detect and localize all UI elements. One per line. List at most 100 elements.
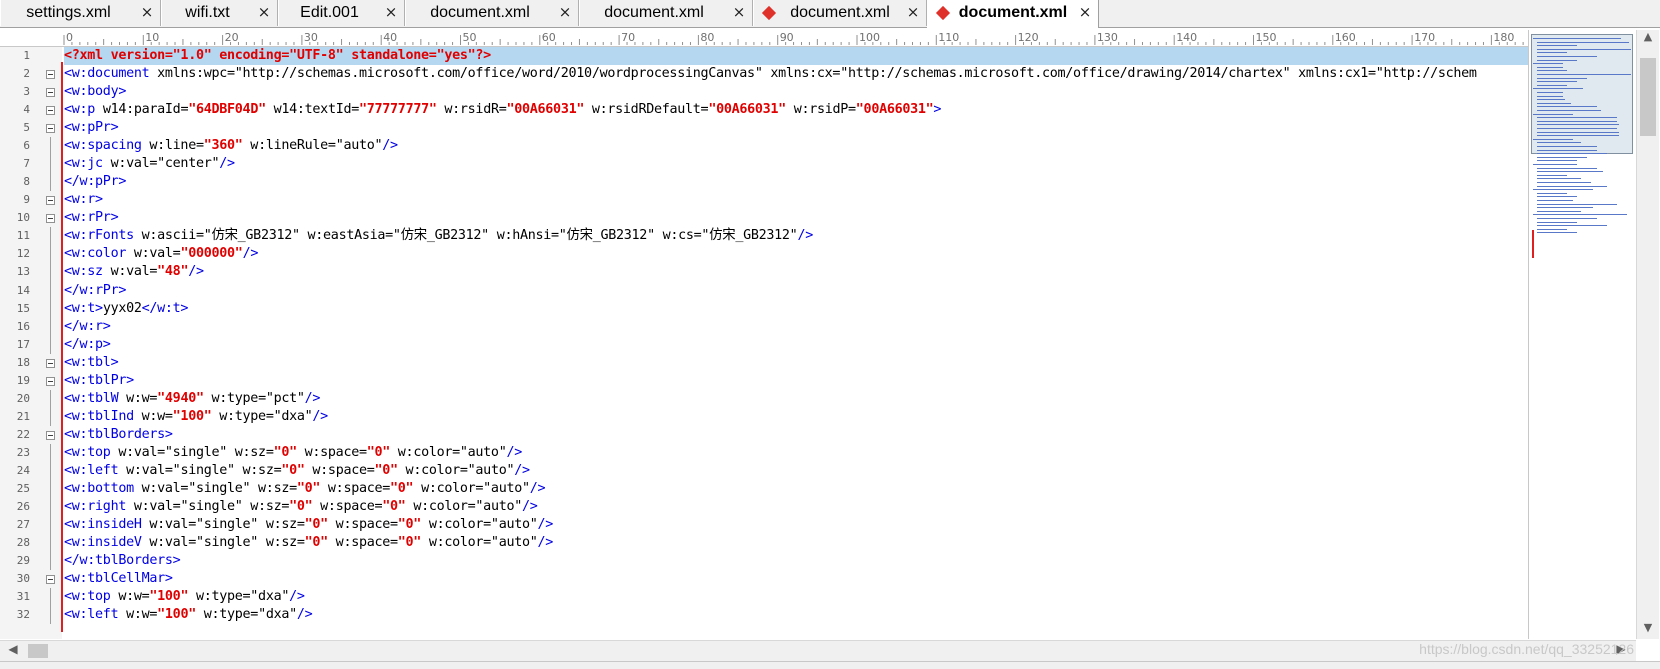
code-line[interactable]: </w:r> [64,318,111,336]
fold-guide [50,516,51,535]
scroll-down-icon[interactable]: ▼ [1637,621,1659,639]
code-line[interactable]: <w:tblW w:w="4940" w:type="pct"/> [64,390,320,408]
code-token: /> [529,480,546,496]
code-line[interactable]: <w:bottom w:val="single" w:sz="0" w:spac… [64,480,546,498]
scroll-up-icon[interactable]: ▲ [1637,30,1659,48]
close-icon[interactable]: × [1078,4,1092,20]
column-ruler: 0 10 20 30 40 50 60 70 80 90 100 110 120 130 140 150 160… [0,30,1528,47]
fold-minus-icon[interactable] [46,214,55,224]
horizontal-scroll-thumb[interactable] [28,644,48,658]
tab-5[interactable]: document.xml × [579,0,753,26]
code-line[interactable]: <w:t>yyx02</w:t> [64,300,189,318]
code-line[interactable]: <w:top w:val="single" w:sz="0" w:space="… [64,444,522,462]
code-line[interactable]: <w:tblPr> [64,372,134,390]
code-token: w:w= [110,589,150,605]
minimap-line [1537,171,1603,173]
code-token: "100" [157,607,196,623]
fold-guide [50,335,51,354]
close-icon[interactable]: × [732,4,746,20]
scroll-left-icon[interactable]: ◀ [4,642,22,660]
code-token: w:w= [133,408,173,424]
close-icon[interactable]: × [257,4,271,20]
code-line[interactable]: <w:left w:val="single" w:sz="0" w:space=… [64,462,530,480]
fold-minus-icon[interactable] [46,88,55,98]
code-token: /> [304,390,321,406]
vertical-scrollbar[interactable]: ▲ ▼ [1636,30,1659,639]
code-token: > [933,102,942,118]
code-token: w:rsidR= [436,102,507,118]
fold-guide [50,479,51,498]
code-line[interactable]: <w:jc w:val="center"/> [64,155,235,173]
fold-minus-icon[interactable] [46,196,55,206]
code-line[interactable]: <w:tblInd w:w="100" w:type="dxa"/> [64,408,328,426]
code-line[interactable]: <w:p w14:paraId="64DBF04D" w14:textId="7… [64,101,941,119]
tab-label: Edit.001 [300,4,359,21]
fold-minus-icon[interactable] [46,376,55,386]
close-icon[interactable]: × [558,4,572,20]
code-line[interactable]: <w:body> [64,83,126,101]
fold-minus-icon[interactable] [46,124,55,134]
document-minimap[interactable] [1528,30,1637,639]
code-line[interactable]: <w:left w:w="100" w:type="dxa"/> [64,606,313,624]
code-line[interactable]: </w:pPr> [64,173,126,191]
ruler-label: 70 [621,31,635,44]
code-token: w:color="auto" [405,499,522,514]
code-token: "4940" [157,390,204,406]
vertical-scroll-thumb[interactable] [1640,58,1656,136]
code-line[interactable]: </w:rPr> [64,282,126,300]
code-line[interactable]: <w:insideV w:val="single" w:sz="0" w:spa… [64,534,553,552]
line-number: 16 [16,319,30,333]
code-token: "77777777" [359,102,437,118]
tab-6[interactable]: document.xml × [753,0,927,26]
code-token: "00A66031" [855,102,934,118]
code-line[interactable]: <w:sz w:val="48"/> [64,263,204,281]
fold-guide [50,299,51,318]
horizontal-scrollbar[interactable]: ◀ ▶ [0,640,1636,661]
code-line[interactable]: <w:right w:val="single" w:sz="0" w:space… [64,498,538,516]
code-token: "0" [281,462,305,478]
code-editor[interactable]: <?xml version="1.0" encoding="UTF-8" sta… [64,47,1528,639]
tab-1[interactable]: settings.xml × [0,0,161,26]
tab-label: document.xml [790,4,890,21]
code-line[interactable]: <w:tblBorders> [64,426,173,444]
line-number: 26 [16,500,30,513]
code-token: w:val="single" w:sz= [126,499,290,514]
code-line[interactable]: <w:top w:w="100" w:type="dxa"/> [64,588,305,606]
minimap-line [1537,128,1617,129]
fold-minus-icon[interactable] [46,575,55,585]
tab-3[interactable]: Edit.001 × [278,0,405,26]
tab-7[interactable]: document.xml × [927,0,1099,28]
close-icon[interactable]: × [140,4,154,20]
fold-guide [50,443,51,462]
code-token: <w:insideV [64,535,142,551]
ruler-label: 120 [1018,31,1039,44]
tab-4[interactable]: document.xml × [405,0,579,26]
code-line[interactable]: </w:tblBorders> [64,552,181,570]
code-line[interactable]: <w:spacing w:line="360" w:lineRule="auto… [64,137,398,155]
minimap-line [1537,99,1565,101]
code-token: w:type="pct" [203,390,305,406]
ruler-label: 10 [145,31,159,44]
code-line[interactable]: <w:color w:val="000000"/> [64,245,258,263]
close-icon[interactable]: × [384,4,398,20]
code-line[interactable]: <w:rPr> [64,209,119,227]
close-icon[interactable]: × [906,4,920,20]
fold-minus-icon[interactable] [46,358,55,368]
fold-minus-icon[interactable] [46,430,55,440]
minimap-line [1537,178,1581,180]
code-line[interactable]: <w:tbl> [64,354,119,372]
minimap-line [1537,95,1563,97]
code-line[interactable]: <w:document xmlns:wpc="http://schemas.mi… [64,65,1477,83]
line-number: 29 [16,554,30,568]
fold-minus-icon[interactable] [46,70,55,80]
code-line[interactable]: <w:insideH w:val="single" w:sz="0" w:spa… [64,516,553,534]
code-line[interactable]: <?xml version="1.0" encoding="UTF-8" sta… [64,47,1528,65]
code-line[interactable]: <w:rFonts w:ascii="仿宋_GB2312" w:eastAsia… [64,227,813,245]
code-line[interactable]: <w:r> [64,191,103,209]
tab-2[interactable]: wifi.txt × [161,0,278,26]
fold-minus-icon[interactable] [46,106,55,116]
code-line[interactable]: <w:tblCellMar> [64,570,173,588]
code-token: /> [219,156,235,172]
code-line[interactable]: <w:pPr> [64,119,119,137]
code-line[interactable]: </w:p> [64,336,111,354]
